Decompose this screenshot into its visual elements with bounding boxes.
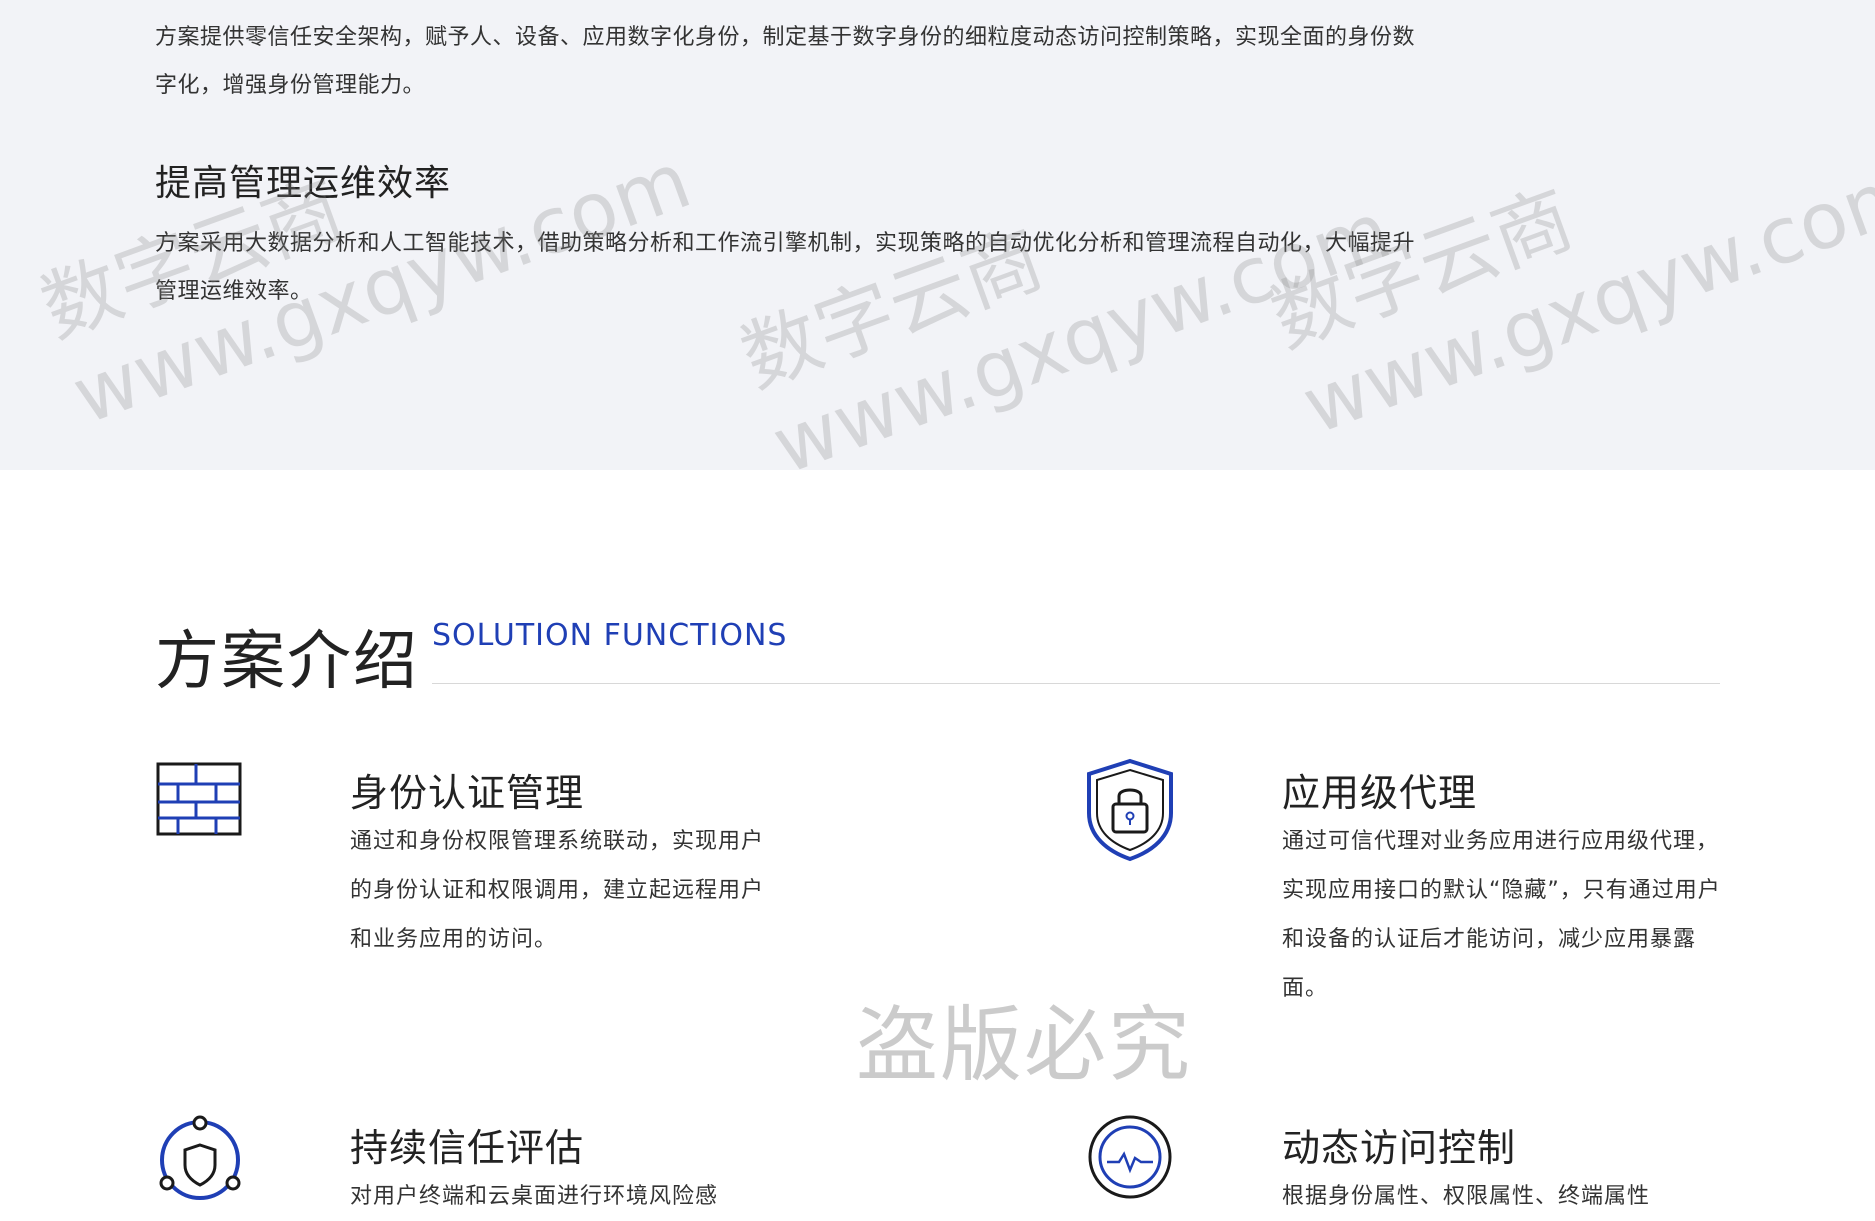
piracy-watermark: 盗版必究 <box>856 998 1193 1093</box>
feature-description: 通过和身份权限管理系统联动，实现用户的身份认证和权限调用，建立起远程用户和业务应… <box>350 829 765 952</box>
feature-title: 动态访问控制 <box>1282 1126 1517 1170</box>
intro-paragraph: 方案提供零信任安全架构，赋予人、设备、应用数字化身份，制定基于数字身份的细粒度动… <box>155 25 1416 98</box>
intro-section: 方案提供零信任安全架构，赋予人、设备、应用数字化身份，制定基于数字身份的细粒度动… <box>0 0 1875 470</box>
efficiency-paragraph: 方案采用大数据分析和人工智能技术，借助策略分析和工作流引擎机制，实现策略的自动优… <box>155 231 1416 304</box>
section-divider <box>432 683 1720 684</box>
feature-description: 根据身份属性、权限属性、终端属性 <box>1282 1184 1651 1209</box>
section-subtitle: SOLUTION FUNCTIONS <box>432 618 788 653</box>
sub-heading: 提高管理运维效率 <box>155 163 452 204</box>
feature-title: 身份认证管理 <box>350 771 585 815</box>
feature-title: 应用级代理 <box>1282 771 1478 815</box>
section-title: 方案介绍 <box>155 625 419 699</box>
monitor-circle-icon <box>1085 1112 1175 1202</box>
network-shield-icon <box>155 1115 245 1205</box>
shield-lock-icon <box>1085 758 1175 862</box>
firewall-icon <box>156 760 246 850</box>
feature-description: 对用户终端和云桌面进行环境风险感 <box>350 1184 719 1209</box>
feature-title: 持续信任评估 <box>350 1126 585 1170</box>
feature-description: 通过可信代理对业务应用进行应用级代理，实现应用接口的默认“隐藏”，只有通过用户和… <box>1282 829 1721 1001</box>
